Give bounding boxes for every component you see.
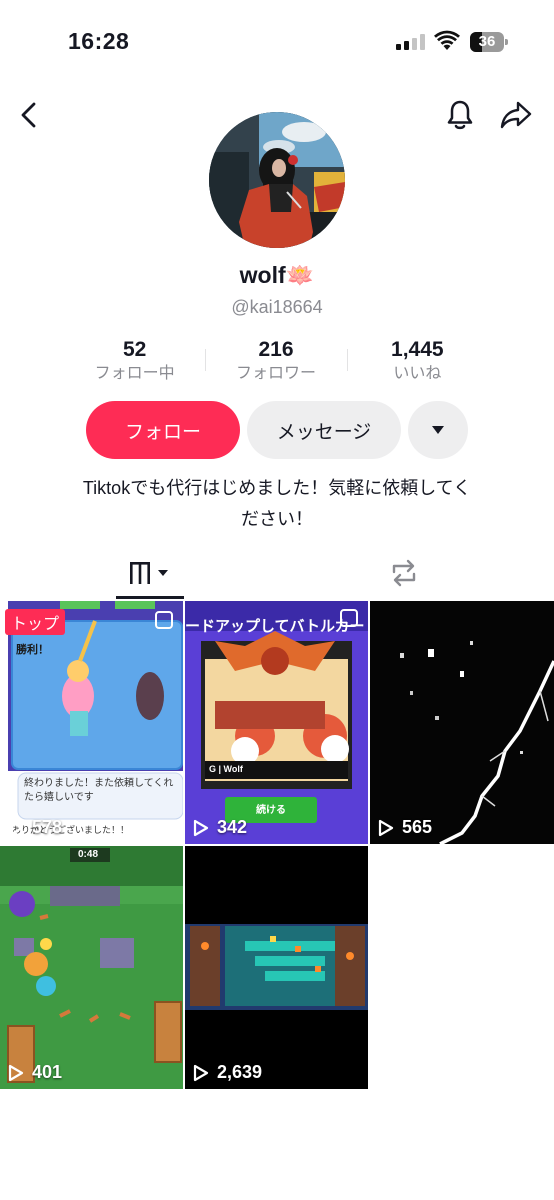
share-button[interactable]	[496, 95, 536, 135]
profile-handle: @kai18664	[231, 297, 323, 317]
stat-followers-count: 216	[258, 338, 294, 361]
video-thumbnail	[185, 846, 368, 1089]
grid-bars-icon	[130, 562, 168, 584]
caret-down-icon	[432, 426, 444, 434]
battery-icon: 36	[470, 32, 508, 52]
view-count: 401	[8, 1062, 62, 1083]
bio-line-1: Tiktokでも代行はじめました！気軽に依頼してく	[82, 478, 472, 498]
stat-likes-count: 1,445	[391, 338, 444, 361]
repost-icon	[392, 559, 416, 587]
stat-followers[interactable]: 216 フォロワー	[205, 337, 346, 387]
avatar[interactable]	[209, 112, 345, 248]
video-2-tag: G | Wolf	[209, 764, 243, 774]
profile-name: wolf🪷	[0, 262, 554, 289]
profile-stats: 52 フォロー中 216 フォロワー 1,445 いいね	[64, 337, 488, 387]
stat-followers-label: フォロワー	[235, 365, 316, 382]
profile-name-text: wolf	[239, 262, 286, 288]
view-count: 578	[8, 817, 62, 838]
tab-reposts[interactable]	[370, 548, 438, 598]
profile-bio: Tiktokでも代行はじめました！気軽に依頼してく ださい！	[40, 473, 514, 535]
cellular-signal-icon	[396, 34, 426, 50]
view-count: 342	[193, 817, 247, 838]
video-thumbnail	[0, 846, 183, 1089]
more-options-button[interactable]	[408, 401, 468, 459]
video-tile-1[interactable]: トップ 勝利！ 終わりました！また依頼してくれたら嬉しいです ありがとうございま…	[0, 601, 183, 844]
play-icon	[193, 819, 209, 836]
view-count-text: 2,639	[217, 1062, 263, 1082]
pinned-top-badge: トップ	[5, 609, 66, 635]
lotus-emoji: 🪷	[285, 262, 315, 288]
wifi-icon	[434, 30, 460, 52]
stat-likes[interactable]: 1,445 いいね	[346, 337, 488, 387]
status-bar: 16:28 36	[0, 0, 554, 82]
view-count-text: 342	[217, 817, 248, 837]
message-button[interactable]: メッセージ	[247, 401, 401, 459]
multi-select-icon	[340, 609, 358, 627]
share-icon	[500, 101, 532, 129]
video-tile-3[interactable]: 565	[370, 601, 554, 844]
video-1-caption-chat: 終わりました！また依頼してくれたら嬉しいです	[24, 778, 174, 803]
play-icon	[8, 819, 24, 836]
bio-line-2: ださい！	[241, 509, 313, 529]
notification-button[interactable]	[440, 95, 480, 135]
stat-following[interactable]: 52 フォロー中	[64, 337, 205, 387]
video-4-timer: 0:48	[78, 849, 99, 860]
bell-icon	[447, 100, 473, 130]
play-icon	[378, 819, 394, 836]
video-thumbnail	[0, 601, 183, 844]
back-arrow-icon	[21, 102, 36, 128]
stat-likes-label: いいね	[393, 365, 442, 382]
play-icon	[193, 1064, 209, 1081]
view-count-text: 565	[402, 817, 433, 837]
video-thumbnail	[370, 601, 554, 844]
status-time: 16:28	[68, 28, 130, 54]
video-2-continue-label: 続ける	[256, 805, 286, 816]
play-icon	[8, 1064, 24, 1081]
active-tab-indicator	[116, 596, 184, 599]
follow-button[interactable]: フォロー	[86, 401, 240, 459]
back-button[interactable]	[9, 95, 49, 135]
view-count: 2,639	[193, 1062, 262, 1083]
tab-videos[interactable]	[116, 548, 184, 598]
view-count-text: 401	[32, 1062, 63, 1082]
stat-following-label: フォロー中	[94, 365, 175, 382]
video-tile-2[interactable]: ードアップしてバトルカードに G | Wolf 続ける 342	[185, 601, 368, 844]
video-tile-5[interactable]: 2,639	[185, 846, 368, 1089]
video-1-caption-top: 勝利！	[16, 644, 49, 656]
battery-percent: 36	[478, 33, 496, 50]
view-count-text: 578	[32, 817, 63, 837]
multi-select-icon	[155, 611, 173, 629]
stat-following-count: 52	[122, 338, 147, 361]
view-count: 565	[378, 817, 432, 838]
video-tile-4[interactable]: 0:48 401	[0, 846, 183, 1089]
